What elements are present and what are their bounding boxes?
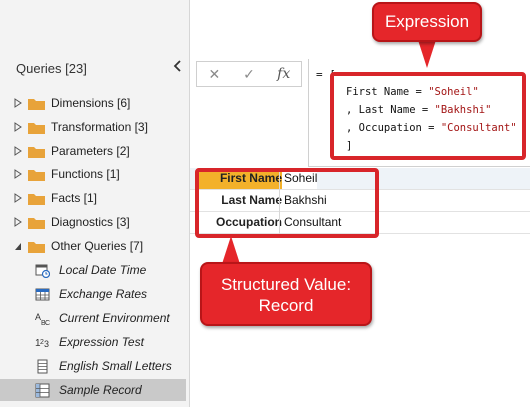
query-label: English Small Letters: [59, 359, 172, 373]
expand-arrow-icon[interactable]: [14, 146, 22, 156]
expand-arrow-icon[interactable]: [14, 98, 22, 108]
query-english-small-letters[interactable]: English Small Letters: [0, 355, 190, 377]
query-group-label: Diagnostics [3]: [51, 215, 130, 229]
folder-icon: [28, 122, 45, 134]
list-icon: [37, 359, 48, 374]
insert-function-button[interactable]: fx: [266, 62, 301, 86]
folder-icon: [28, 146, 45, 158]
expression-highlight-box: First Name = "Soheil" , Last Name = "Bak…: [330, 72, 526, 160]
query-current-environment[interactable]: A B C Current Environment: [0, 307, 190, 329]
formula-closing: ]: [346, 140, 353, 152]
folder-icon: [28, 193, 45, 205]
folder-icon: [28, 241, 45, 253]
expand-arrow-icon[interactable]: [14, 217, 22, 227]
svg-text:3: 3: [44, 339, 49, 349]
query-group-label: Transformation [3]: [51, 120, 148, 134]
callout-line: Record: [258, 296, 314, 315]
queries-header: Queries [23]: [16, 61, 87, 76]
record-callout-pointer: [222, 236, 240, 264]
folder-icon: [28, 169, 45, 181]
collapse-arrow-icon[interactable]: [14, 241, 22, 251]
query-group-diagnostics[interactable]: Diagnostics [3]: [0, 211, 190, 233]
folder-icon: [28, 217, 45, 229]
query-group-transformation[interactable]: Transformation [3]: [0, 116, 190, 138]
table-icon: [35, 288, 50, 301]
structured-value-callout: Structured Value: Record: [200, 262, 372, 326]
query-label: Expression Test: [59, 335, 144, 349]
queries-pane: Queries [23] Dimensions [6] Transformati…: [0, 0, 190, 407]
query-group-label: Other Queries [7]: [51, 239, 144, 253]
query-sample-record[interactable]: Sample Record: [0, 379, 186, 401]
query-group-parameters[interactable]: Parameters [2]: [0, 140, 190, 162]
query-label: Local Date Time: [59, 263, 147, 277]
formula-field: First Name =: [346, 86, 429, 98]
expand-arrow-icon[interactable]: [14, 122, 22, 132]
query-exchange-rates[interactable]: Exchange Rates: [0, 283, 190, 305]
expand-arrow-icon[interactable]: [14, 193, 22, 203]
formula-line-1: First Name = "Soheil": [346, 86, 479, 98]
svg-text:C: C: [45, 320, 50, 326]
collapse-pane-button[interactable]: [170, 56, 184, 76]
formula-bar-buttons: ✕ ✓ fx: [196, 61, 302, 87]
folder-icon: [28, 98, 45, 110]
query-group-other-queries[interactable]: Other Queries [7]: [0, 235, 190, 257]
query-group-facts[interactable]: Facts [1]: [0, 187, 190, 209]
query-expression-test[interactable]: 1 2 3 Expression Test: [0, 331, 190, 353]
formula-string: "Soheil": [428, 86, 479, 98]
query-group-label: Functions [1]: [51, 167, 120, 181]
query-group-label: Parameters [2]: [51, 144, 130, 158]
number-type-icon: 1 2 3: [35, 338, 49, 349]
text-type-icon: A B C: [35, 312, 50, 326]
query-group-functions[interactable]: Functions [1]: [0, 163, 190, 185]
formula-field: , Last Name =: [346, 104, 435, 116]
record-icon: [35, 383, 50, 398]
datetime-icon: [35, 264, 50, 278]
formula-line-2: , Last Name = "Bakhshi": [346, 104, 491, 116]
formula-line-3: , Occupation = "Consultant": [346, 122, 517, 134]
callout-line: Structured Value:: [220, 275, 352, 294]
query-group-dimensions[interactable]: Dimensions [6]: [0, 92, 190, 114]
commit-formula-button[interactable]: ✓: [232, 62, 267, 86]
query-group-label: Facts [1]: [51, 191, 98, 205]
formula-string: "Consultant": [440, 122, 517, 134]
formula-string: "Bakhshi": [434, 104, 492, 116]
formula-field: , Occupation =: [346, 122, 441, 134]
expression-callout-pointer: [418, 40, 436, 68]
expand-arrow-icon[interactable]: [14, 169, 22, 179]
chevron-left-icon: [173, 60, 181, 72]
expression-callout: Expression: [372, 2, 482, 42]
record-highlight-box: [195, 168, 379, 238]
formula-line-4: ]: [346, 140, 352, 152]
query-group-label: Dimensions [6]: [51, 96, 131, 110]
query-label: Sample Record: [59, 383, 142, 397]
query-local-date-time[interactable]: Local Date Time: [0, 259, 190, 281]
query-label: Exchange Rates: [59, 287, 148, 301]
cancel-formula-button[interactable]: ✕: [197, 62, 232, 86]
query-label: Current Environment: [59, 311, 170, 325]
